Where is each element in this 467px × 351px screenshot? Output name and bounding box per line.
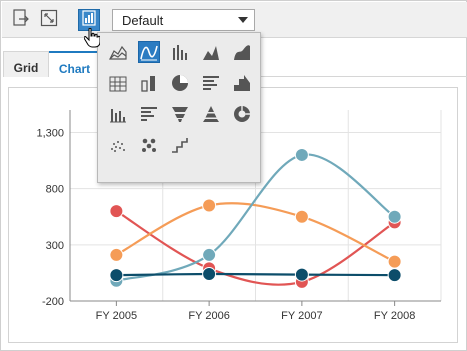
data-point xyxy=(202,247,217,262)
spline-icon[interactable] xyxy=(138,41,160,63)
tab-chart[interactable]: Chart xyxy=(49,51,101,77)
data-point xyxy=(202,267,217,282)
fullscreen-icon xyxy=(40,9,58,32)
x-tick-label: FY 2008 xyxy=(374,310,415,322)
bubble-icon[interactable] xyxy=(138,134,160,156)
bar-icon[interactable] xyxy=(200,72,222,94)
funnel-icon[interactable] xyxy=(169,103,191,125)
series-dropdown-value: Default xyxy=(122,13,164,28)
stacked-area-icon[interactable] xyxy=(107,41,129,63)
y-tick-label: 1,300 xyxy=(36,127,64,139)
export-icon xyxy=(12,8,30,32)
doughnut-icon[interactable] xyxy=(231,103,253,125)
data-point xyxy=(109,268,124,283)
data-point xyxy=(387,268,402,283)
data-point xyxy=(387,209,402,224)
step-area-icon[interactable] xyxy=(231,72,253,94)
column-icon[interactable] xyxy=(169,41,191,63)
series-line xyxy=(116,272,395,277)
hand-cursor-icon xyxy=(83,27,101,53)
area-icon[interactable] xyxy=(200,41,222,63)
y-tick-label: -200 xyxy=(42,296,64,308)
chevron-down-icon[interactable] xyxy=(232,10,254,30)
chart-control-frame: Default Grid Chart -200 300 800 1,300 FY 200… xyxy=(0,0,467,351)
pyramid-icon[interactable] xyxy=(200,103,222,125)
series-dropdown[interactable]: Default xyxy=(112,9,255,31)
y-tick-label: 800 xyxy=(46,184,64,196)
fullscreen-button[interactable] xyxy=(38,9,60,31)
spline-area-icon[interactable] xyxy=(231,41,253,63)
data-point xyxy=(109,204,124,219)
data-point xyxy=(294,147,309,162)
step-line-icon[interactable] xyxy=(169,134,191,156)
tab-grid[interactable]: Grid xyxy=(3,51,49,77)
chart-type-popup xyxy=(97,32,261,183)
data-point xyxy=(202,198,217,213)
export-button[interactable] xyxy=(10,8,32,32)
stacked-bar-icon[interactable] xyxy=(138,103,160,125)
x-tick-label: FY 2007 xyxy=(281,310,322,322)
x-tick-label: FY 2005 xyxy=(96,310,137,322)
y-tick-label: 300 xyxy=(46,240,64,252)
pie-icon[interactable] xyxy=(169,72,191,94)
data-point xyxy=(109,247,124,262)
x-tick-label: FY 2006 xyxy=(188,310,229,322)
data-point xyxy=(294,209,309,224)
stacked-column-icon[interactable] xyxy=(107,72,129,94)
stacked-column-alt-icon[interactable] xyxy=(107,103,129,125)
data-point xyxy=(387,254,402,269)
data-point xyxy=(294,267,309,282)
stacked-column-100-icon[interactable] xyxy=(138,72,160,94)
scatter-icon[interactable] xyxy=(107,134,129,156)
